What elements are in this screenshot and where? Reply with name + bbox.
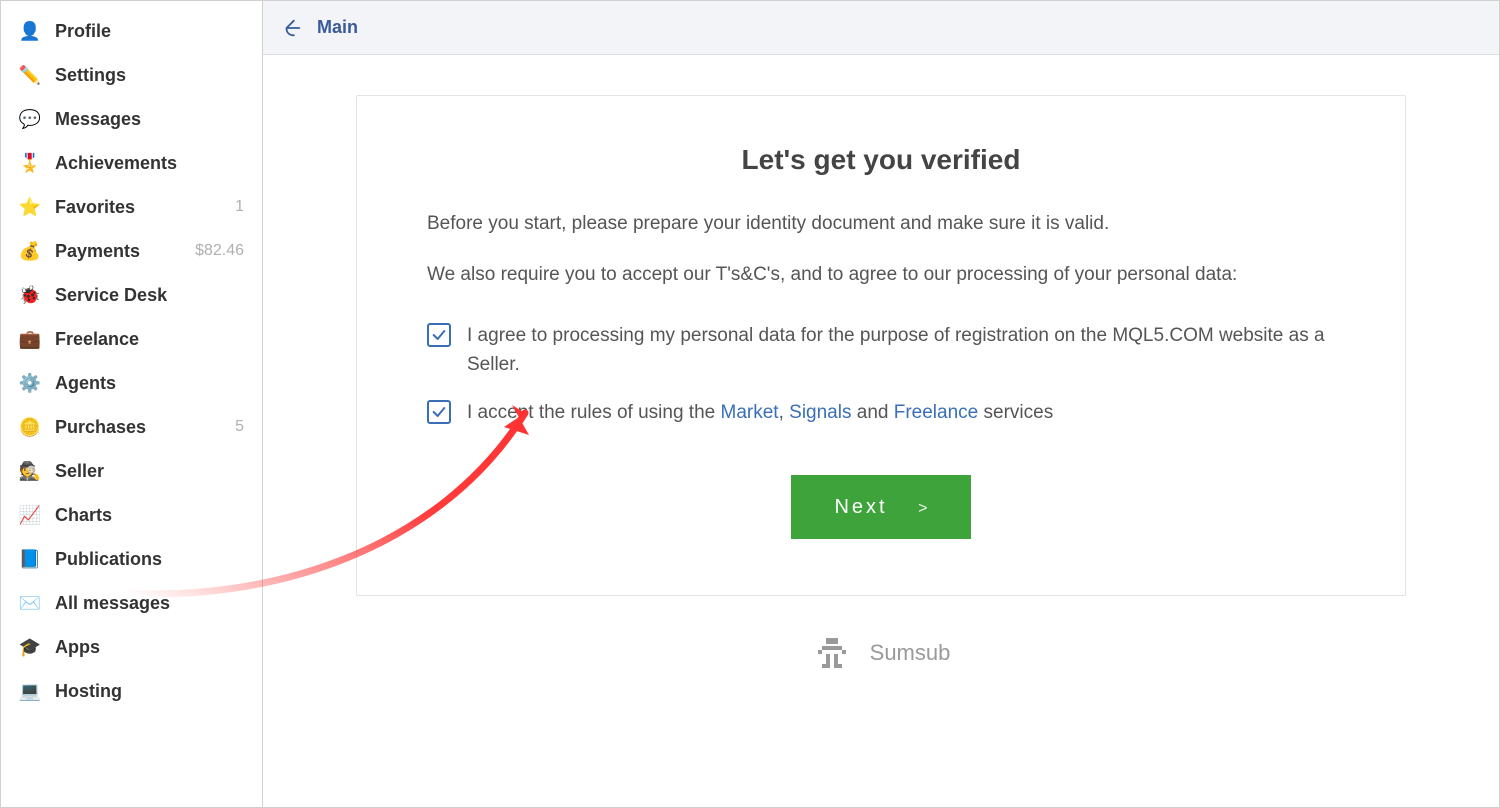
link-signals[interactable]: Signals [789,402,851,423]
sidebar-item-purchases[interactable]: 🪙 Purchases 5 [1,405,262,449]
graduation-icon: 🎓 [19,636,41,658]
sidebar-item-apps[interactable]: 🎓 Apps [1,625,262,669]
sidebar-item-label: Favorites [55,197,135,218]
text-segment: I accept the rules of using the [467,402,721,423]
provider-name: Sumsub [870,640,951,666]
bug-icon: 🐞 [19,284,41,306]
text-segment: and [851,402,893,423]
consent-text-processing: I agree to processing my personal data f… [467,321,1335,380]
breadcrumb-main[interactable]: Main [317,17,358,38]
sidebar-item-settings[interactable]: ✏️ Settings [1,53,262,97]
back-arrow-icon[interactable] [281,17,303,39]
gear-icon: ⚙️ [19,372,41,394]
next-button[interactable]: Next > [791,475,971,539]
envelope-icon: ✉️ [19,592,41,614]
coin-arrow-icon: 🪙 [19,416,41,438]
sidebar-item-payments[interactable]: 💰 Payments $82.46 [1,229,262,273]
link-freelance[interactable]: Freelance [894,402,979,423]
checkbox-processing[interactable] [427,323,451,347]
sidebar-item-badge: 5 [235,418,244,436]
sidebar-item-label: Purchases [55,417,146,438]
medal-icon: 🎖️ [19,152,41,174]
provider-footer: Sumsub [812,636,951,670]
sidebar-item-label: Settings [55,65,126,86]
consent-row-rules: I accept the rules of using the Market, … [427,398,1335,427]
link-market[interactable]: Market [721,402,779,423]
sidebar-item-profile[interactable]: 👤 Profile [1,9,262,53]
coins-icon: 💰 [19,240,41,262]
sidebar-item-charts[interactable]: 📈 Charts [1,493,262,537]
sidebar-item-label: Apps [55,637,100,658]
book-icon: 📘 [19,548,41,570]
card-line-2: We also require you to accept our T's&C'… [427,261,1335,290]
breadcrumb-bar: Main [263,1,1499,55]
sidebar-item-freelance[interactable]: 💼 Freelance [1,317,262,361]
sidebar-item-label: Messages [55,109,141,130]
card-title: Let's get you verified [427,144,1335,176]
sidebar-item-label: Achievements [55,153,177,174]
consent-row-processing: I agree to processing my personal data f… [427,321,1335,380]
sidebar-item-label: Hosting [55,681,122,702]
sidebar-item-hosting[interactable]: 💻 Hosting [1,669,262,713]
next-button-label: Next [834,496,887,518]
chevron-right-icon: > [918,500,927,517]
sidebar-item-agents[interactable]: ⚙️ Agents [1,361,262,405]
sidebar: 👤 Profile ✏️ Settings 💬 Messages 🎖️ Achi… [1,1,263,807]
sidebar-item-publications[interactable]: 📘 Publications [1,537,262,581]
sidebar-item-label: Publications [55,549,162,570]
text-segment: services [978,402,1053,423]
sidebar-item-seller[interactable]: 🕵️ Seller [1,449,262,493]
sidebar-item-messages[interactable]: 💬 Messages [1,97,262,141]
star-icon: ⭐ [19,196,41,218]
sidebar-item-label: Seller [55,461,104,482]
sidebar-item-label: Profile [55,21,111,42]
chart-icon: 📈 [19,504,41,526]
sidebar-item-label: All messages [55,593,170,614]
monitor-icon: 💻 [19,680,41,702]
sidebar-item-label: Service Desk [55,285,167,306]
sidebar-item-label: Freelance [55,329,139,350]
sidebar-item-label: Charts [55,505,112,526]
card-line-1: Before you start, please prepare your id… [427,210,1335,239]
briefcase-icon: 💼 [19,328,41,350]
sidebar-item-badge: $82.46 [195,242,244,260]
sidebar-item-badge: 1 [235,198,244,216]
sidebar-item-all-messages[interactable]: ✉️ All messages [1,581,262,625]
seller-icon: 🕵️ [19,460,41,482]
sidebar-item-service-desk[interactable]: 🐞 Service Desk [1,273,262,317]
text-segment: , [779,402,790,423]
chat-icon: 💬 [19,108,41,130]
sidebar-item-label: Payments [55,241,140,262]
sidebar-item-achievements[interactable]: 🎖️ Achievements [1,141,262,185]
consent-text-rules: I accept the rules of using the Market, … [467,398,1053,427]
verification-card: Let's get you verified Before you start,… [356,95,1406,596]
checkbox-rules[interactable] [427,400,451,424]
sidebar-item-favorites[interactable]: ⭐ Favorites 1 [1,185,262,229]
sumsub-logo-icon [812,636,852,670]
sidebar-item-label: Agents [55,373,116,394]
person-icon: 👤 [19,20,41,42]
pencil-icon: ✏️ [19,64,41,86]
